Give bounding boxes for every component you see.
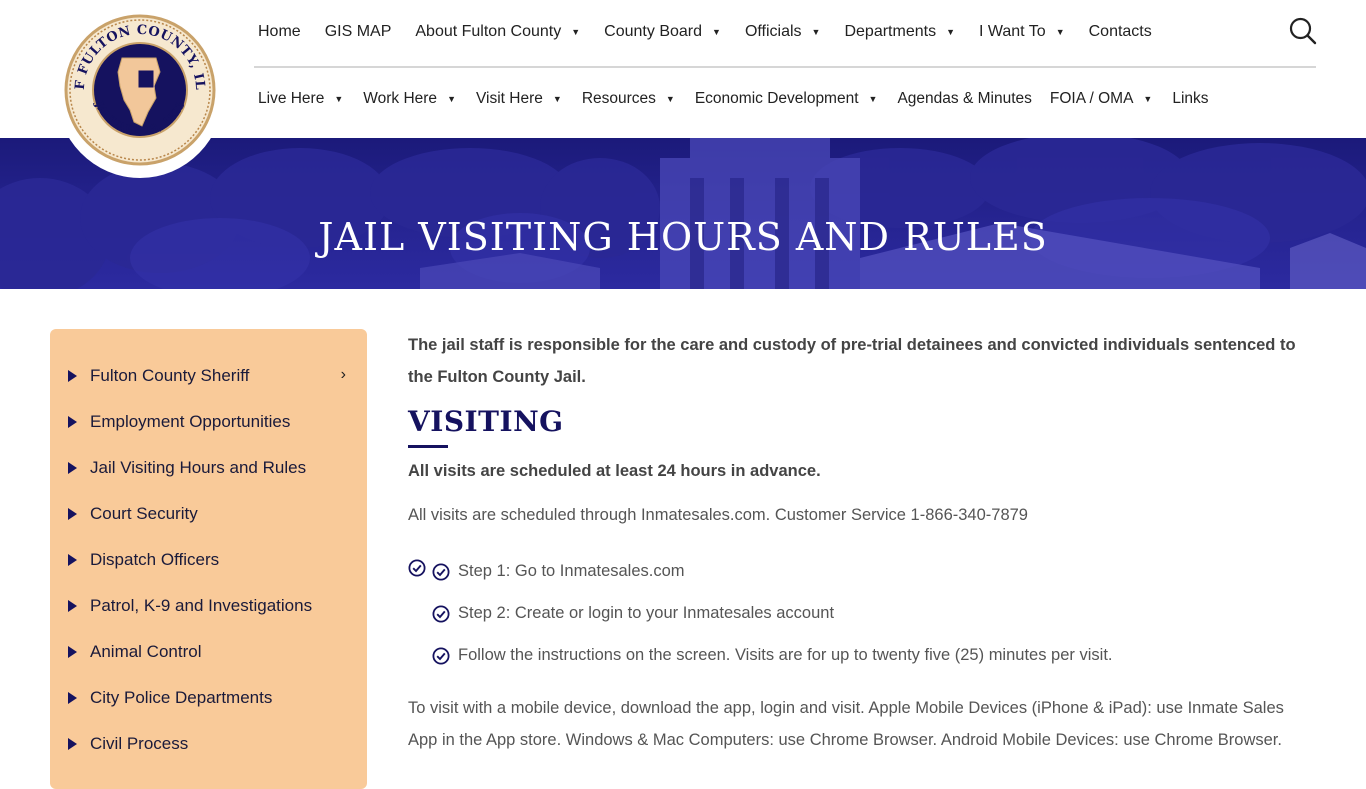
nav-county-board[interactable]: County Board ▼ (592, 14, 733, 50)
check-circle-icon (408, 559, 426, 582)
heading-underline (408, 445, 448, 448)
nav-resources[interactable]: Resources ▼ (570, 81, 683, 117)
step-text: Follow the instructions on the screen. V… (458, 646, 1113, 664)
sidebar-item-label: Fulton County Sheriff (90, 366, 250, 385)
triangle-right-icon (68, 738, 77, 750)
caret-down-icon: ▼ (868, 94, 878, 104)
nav-departments[interactable]: Departments ▼ (832, 14, 967, 50)
caret-down-icon: ▼ (447, 94, 456, 104)
triangle-right-icon (68, 416, 77, 428)
nav-divider (254, 66, 1316, 68)
sidebar-item-label: Patrol, K-9 and Investigations (90, 596, 313, 615)
nav-label: Officials (744, 23, 802, 40)
triangle-right-icon (68, 646, 77, 658)
sidebar-item-fulton-county-sheriff[interactable]: Fulton County Sheriff › (68, 361, 358, 391)
triangle-right-icon (68, 508, 77, 520)
nav-label: About Fulton County (415, 23, 562, 40)
nav-label: GIS MAP (324, 23, 392, 40)
step-item: Step 1: Go to Inmatesales.com (432, 562, 685, 581)
nav-agendas-minutes[interactable]: Agendas & Minutes (885, 81, 1037, 117)
nav-about[interactable]: About Fulton County ▼ (403, 14, 592, 50)
caret-down-icon: ▼ (811, 27, 821, 37)
section-heading-visiting: VISITING (408, 405, 564, 438)
caret-down-icon: ▼ (571, 27, 581, 37)
step-item: Follow the instructions on the screen. V… (432, 646, 1112, 665)
sidebar-item-city-police[interactable]: City Police Departments (68, 683, 358, 713)
nav-foia-oma[interactable]: FOIA / OMA ▼ (1038, 81, 1160, 117)
nav-links[interactable]: Links (1160, 81, 1214, 117)
sidebar-item-label: Court Security (90, 504, 198, 523)
sidebar-item-label: Employment Opportunities (90, 412, 291, 431)
nav-label: FOIA / OMA (1049, 90, 1134, 107)
check-circle-icon (432, 563, 450, 580)
sidebar-menu: Fulton County Sheriff › Employment Oppor… (50, 329, 367, 789)
chevron-right-icon[interactable]: › (341, 366, 346, 384)
sidebar-item-dispatch-officers[interactable]: Dispatch Officers (68, 545, 358, 575)
caret-down-icon: ▼ (665, 94, 675, 104)
sidebar-item-jail-visiting-hours[interactable]: Jail Visiting Hours and Rules (68, 453, 358, 483)
caret-down-icon: ▼ (552, 94, 562, 104)
sidebar-item-court-security[interactable]: Court Security (68, 499, 358, 529)
nav-label: Live Here (258, 90, 325, 107)
nav-label: Links (1172, 90, 1209, 107)
sidebar-item-label: Animal Control (90, 642, 202, 661)
nav-i-want-to[interactable]: I Want To ▼ (967, 14, 1077, 50)
advance-notice: All visits are scheduled at least 24 hou… (408, 462, 821, 480)
step-text: Step 2: Create or login to your Inmatesa… (458, 604, 835, 622)
county-seal-logo[interactable]: SEAL OF FULTON COUNTY, ILLINOIS JANUARY … (56, 6, 224, 178)
sidebar-item-patrol-k9[interactable]: Patrol, K-9 and Investigations (68, 591, 358, 621)
nav-economic-development[interactable]: Economic Development ▼ (683, 81, 886, 117)
triangle-right-icon (68, 692, 77, 704)
caret-down-icon: ▼ (334, 94, 344, 104)
intro-paragraph: The jail staff is responsible for the ca… (408, 336, 1296, 386)
triangle-right-icon (68, 554, 77, 566)
nav-officials[interactable]: Officials ▼ (733, 14, 833, 50)
nav-live-here[interactable]: Live Here ▼ (246, 81, 351, 117)
sidebar-item-animal-control[interactable]: Animal Control (68, 637, 358, 667)
nav-label: Work Here (363, 90, 438, 107)
nav-label: Departments (844, 23, 937, 40)
caret-down-icon: ▼ (1055, 27, 1065, 37)
sidebar-item-label: City Police Departments (90, 688, 273, 707)
nav-gis-map[interactable]: GIS MAP (313, 14, 404, 50)
check-circle-icon (432, 647, 450, 664)
caret-down-icon: ▼ (946, 27, 955, 37)
triangle-right-icon (68, 462, 77, 474)
nav-work-here[interactable]: Work Here ▼ (351, 81, 464, 117)
sidebar-item-label: Dispatch Officers (90, 550, 220, 569)
step-text: Step 1: Go to Inmatesales.com (458, 562, 685, 580)
mobile-instructions: To visit with a mobile device, download … (408, 699, 1284, 749)
step-item: Step 2: Create or login to your Inmatesa… (432, 604, 834, 623)
nav-home[interactable]: Home (246, 14, 313, 50)
sidebar-item-label: Civil Process (90, 734, 189, 753)
nav-visit-here[interactable]: Visit Here ▼ (464, 81, 570, 117)
check-circle-icon (432, 605, 450, 622)
nav-label: Economic Development (694, 90, 859, 107)
nav-label: Visit Here (475, 90, 543, 107)
primary-nav: Home GIS MAP About Fulton County ▼ County… (246, 14, 1164, 50)
nav-label: County Board (604, 23, 703, 40)
caret-down-icon: ▼ (1143, 94, 1153, 104)
caret-down-icon: ▼ (712, 27, 721, 37)
triangle-right-icon (68, 370, 77, 382)
nav-label: Agendas & Minutes (897, 90, 1032, 107)
page-title: JAIL VISITING HOURS AND RULES (318, 215, 1048, 260)
search-icon[interactable] (1288, 16, 1318, 46)
nav-contacts[interactable]: Contacts (1077, 14, 1164, 50)
nav-label: Home (258, 23, 301, 40)
nav-label: Contacts (1088, 23, 1152, 40)
triangle-right-icon (68, 600, 77, 612)
nav-label: Resources (581, 90, 656, 107)
sidebar-item-employment-opportunities[interactable]: Employment Opportunities (68, 407, 358, 437)
nav-label: I Want To (978, 23, 1046, 40)
sidebar-item-label: Jail Visiting Hours and Rules (90, 458, 307, 477)
scheduling-info: All visits are scheduled through Inmates… (408, 506, 1028, 524)
sidebar-item-civil-process[interactable]: Civil Process (68, 729, 358, 759)
secondary-nav: Live Here ▼ Work Here ▼ Visit Here ▼ Resour… (246, 81, 1215, 117)
